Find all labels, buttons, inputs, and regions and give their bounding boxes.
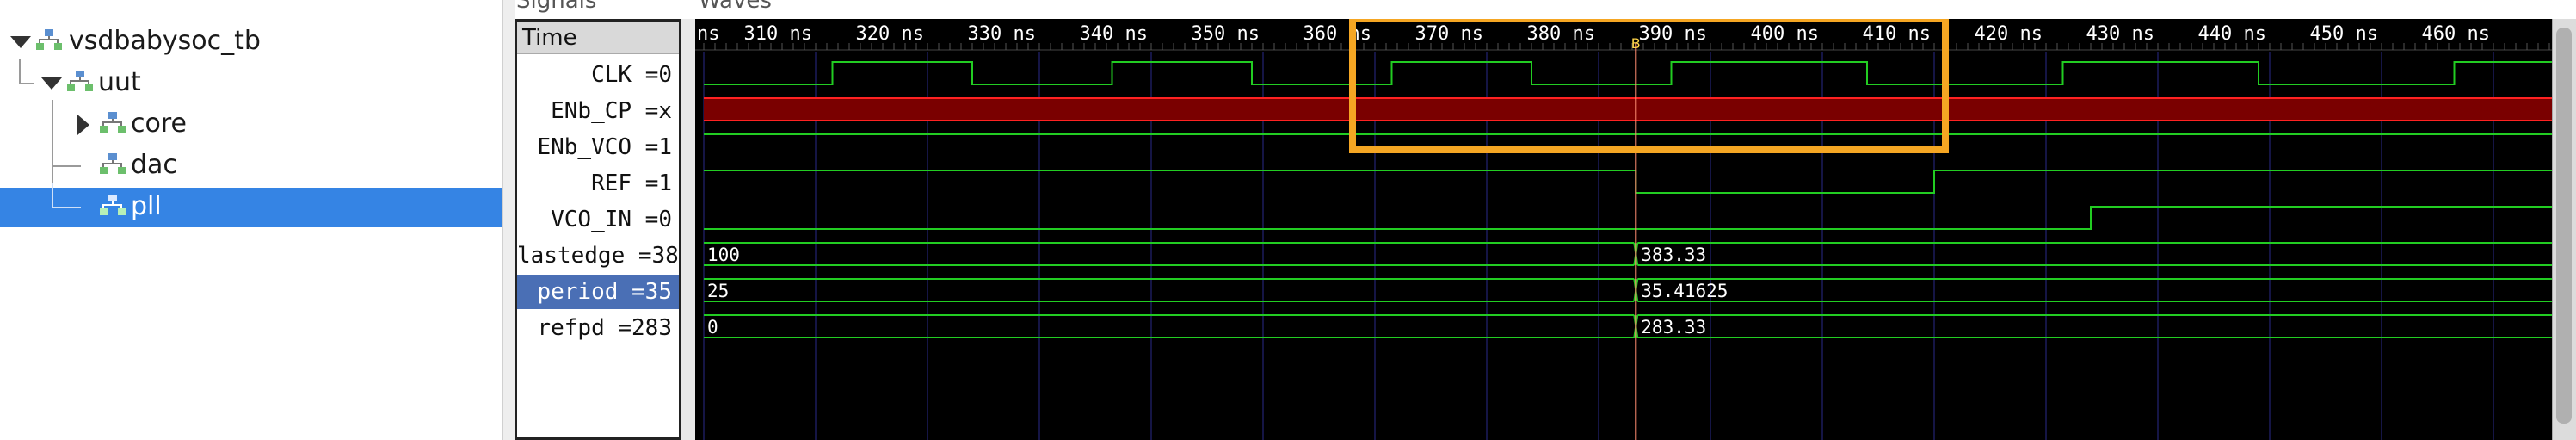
ruler-tick-label: 350 ns [1192, 23, 1260, 45]
ruler-tick-label: 370 ns [1415, 23, 1483, 45]
ruler-tick-label: 330 ns [968, 23, 1036, 45]
tree-guide-line [52, 207, 81, 208]
signal-row-ref[interactable]: REF =1 [517, 166, 679, 201]
signal-row-lastedge[interactable]: lastedge =383 [517, 239, 679, 273]
cursor-marker: B [1631, 35, 1641, 52]
signal-label: ENb_CP =x [551, 98, 672, 124]
trace-period-value: 25 [707, 281, 729, 301]
trace-vco-in [704, 206, 2552, 230]
ruler-tick-label: 400 ns [1751, 23, 1819, 45]
signal-row-clk[interactable]: CLK =0 [517, 58, 679, 92]
pane-separator[interactable] [681, 19, 695, 440]
scrollbar-thumb[interactable] [2556, 28, 2572, 424]
tree-guide-line [19, 59, 21, 84]
signal-row-vco-in[interactable]: VCO_IN =0 [517, 202, 679, 237]
ruler-tick-label: ns [697, 23, 720, 45]
expander-collapsed-icon[interactable] [77, 115, 89, 135]
signal-row-period[interactable]: period =35 [517, 275, 679, 309]
ruler-tick-label: 340 ns [1080, 23, 1148, 45]
trace-ref [704, 170, 2552, 194]
signal-label: period =35 [537, 279, 672, 305]
tree-item-uut[interactable]: uut [0, 59, 502, 103]
tree-item-label: dac [131, 150, 177, 180]
ruler-tick-label: 450 ns [2310, 23, 2378, 45]
trace-refpd-value: 0 [707, 317, 718, 338]
tree-item-label: core [131, 108, 187, 139]
hierarchy-tree[interactable]: vsdbabysoc_tb uut core dac pll [0, 0, 503, 440]
vertical-scrollbar[interactable] [2552, 19, 2576, 440]
waves-pane-caption: Waves [699, 0, 772, 14]
tree-guide-line [52, 165, 81, 167]
time-header: Time [517, 22, 679, 54]
trace-lastedge-value: 383.33 [1641, 245, 1706, 265]
ruler-tick-label: 360 ns [1303, 23, 1371, 45]
signal-label: refpd =283 [537, 315, 672, 341]
waveform-canvas[interactable]: ns 310 ns 320 ns 330 ns 340 ns 350 ns 360 ns 37… [695, 19, 2552, 440]
signal-label: lastedge =383 [517, 243, 679, 269]
module-icon [36, 29, 62, 50]
signal-row-refpd[interactable]: refpd =283 [517, 311, 679, 345]
ruler-tick-label: 440 ns [2198, 23, 2266, 45]
ruler-tick-label: 310 ns [744, 23, 812, 45]
signal-label: CLK =0 [591, 62, 672, 88]
module-icon [100, 195, 126, 215]
pane-splitter[interactable] [502, 0, 515, 440]
tree-item-core[interactable]: core [0, 100, 502, 145]
tree-guide-line [52, 183, 53, 208]
trace-enb-cp [704, 98, 2552, 121]
module-icon [100, 112, 126, 133]
expander-expanded-icon[interactable] [41, 77, 62, 90]
tree-item-dac[interactable]: dac [0, 141, 502, 186]
trace-refpd-value: 283.33 [1641, 317, 1706, 338]
waveform-view[interactable]: ns 310 ns 320 ns 330 ns 340 ns 350 ns 360 ns 37… [695, 19, 2552, 440]
tree-guide-line [52, 141, 53, 186]
trace-period-value: 35.41625 [1641, 281, 1728, 301]
tree-item-vsdbabysoc-tb[interactable]: vsdbabysoc_tb [0, 22, 502, 62]
signal-label: ENb_VCO =1 [537, 134, 672, 160]
module-icon [67, 71, 93, 91]
trace-lastedge-value: 100 [707, 245, 740, 265]
signals-list[interactable]: Time CLK =0 ENb_CP =x ENb_VCO =1 REF =1 … [515, 19, 681, 440]
ruler-tick-label: 380 ns [1527, 23, 1595, 45]
signal-row-enb-cp[interactable]: ENb_CP =x [517, 94, 679, 128]
tree-guide-line [19, 83, 34, 84]
tree-item-label: vsdbabysoc_tb [69, 26, 261, 56]
tree-guide-line [52, 100, 53, 145]
ruler-tick-label: 420 ns [1975, 23, 2043, 45]
ruler-tick-label: 410 ns [1863, 23, 1931, 45]
signal-label: VCO_IN =0 [551, 207, 672, 232]
signal-label: REF =1 [591, 170, 672, 196]
tree-item-label: uut [98, 67, 141, 97]
signals-pane-caption: Signals [516, 0, 597, 14]
tree-item-label: pll [131, 191, 162, 221]
trace-clk [704, 61, 2552, 85]
ruler-tick-label: 390 ns [1639, 23, 1707, 45]
expander-expanded-icon[interactable] [10, 36, 31, 48]
ruler-tick-label: 430 ns [2086, 23, 2154, 45]
ruler-tick-label: 460 ns [2422, 23, 2490, 45]
module-icon [100, 153, 126, 174]
tree-item-pll[interactable]: pll [0, 183, 502, 227]
ruler-tick-label: 320 ns [856, 23, 924, 45]
signal-row-enb-vco[interactable]: ENb_VCO =1 [517, 130, 679, 164]
